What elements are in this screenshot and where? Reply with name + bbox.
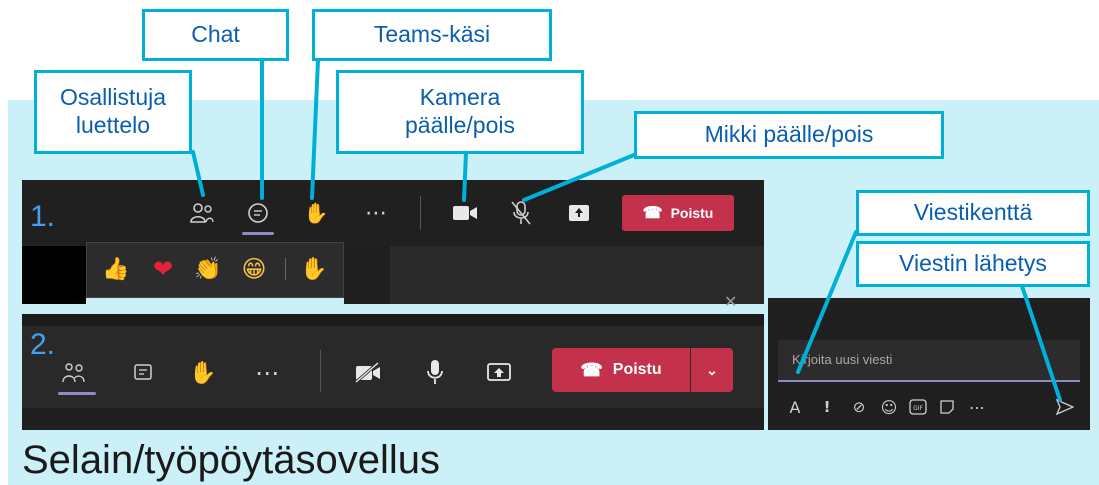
toolbar-2-lower-area <box>22 408 764 430</box>
leave-button[interactable]: ☎ Poistu <box>622 195 734 231</box>
reaction-raise-hand[interactable]: ✋ <box>298 252 330 286</box>
leave-button-label: Poistu <box>612 361 662 378</box>
video-area-left <box>22 246 86 304</box>
chat-active-indicator <box>242 232 274 235</box>
callout-send: Viestin lähetys <box>856 241 1090 287</box>
callout-send-text: Viestin lähetys <box>899 250 1047 277</box>
callout-camera-line2: päälle/pois <box>405 112 515 138</box>
attach-icon[interactable]: ⊘ <box>848 396 870 418</box>
callout-message-field-text: Viestikenttä <box>913 199 1033 226</box>
toolbar-2-number: 2. <box>30 328 56 361</box>
mic-icon[interactable] <box>420 355 450 389</box>
toolbar-2-divider <box>320 350 321 392</box>
reaction-heart[interactable]: ❤ <box>147 252 179 286</box>
reaction-applause[interactable]: 👏 <box>192 252 224 286</box>
callout-participants-line1: Osallistuja <box>59 84 167 111</box>
phone-hangup-icon: ☎ <box>580 359 603 380</box>
camera-icon[interactable] <box>448 197 482 229</box>
participants-icon[interactable] <box>57 357 91 389</box>
leave-options-button[interactable]: ⌄ <box>691 348 733 392</box>
svg-text:GIF: GIF <box>913 405 923 412</box>
share-screen-icon[interactable] <box>482 357 516 389</box>
chevron-down-icon: ⌄ <box>706 361 718 378</box>
phone-hangup-icon: ☎ <box>642 205 663 222</box>
reactions-icon[interactable]: ✋ <box>300 197 332 229</box>
emoji-icon[interactable]: ☺ <box>878 396 900 418</box>
toolbar-1-divider <box>420 196 421 230</box>
panel-header-stub <box>390 246 764 304</box>
chat-icon[interactable] <box>242 197 274 229</box>
camera-off-icon[interactable] <box>350 357 386 389</box>
callout-raise-hand: Teams-käsi <box>312 9 552 61</box>
sticker-icon[interactable] <box>936 396 958 418</box>
participants-active-indicator <box>58 392 96 395</box>
reaction-laugh[interactable]: 😁 <box>238 252 270 286</box>
raise-hand-icon[interactable]: ✋ <box>188 357 218 389</box>
panel-close-icon[interactable]: ✕ <box>724 292 737 311</box>
footer-caption: Selain/työpöytäsovellus <box>22 438 441 482</box>
more-icon[interactable]: ⋯ <box>964 396 990 418</box>
important-icon[interactable]: ! <box>816 396 838 418</box>
callout-camera-line1: Kamera <box>419 84 501 111</box>
share-screen-icon[interactable] <box>563 197 595 229</box>
gif-icon[interactable]: GIF <box>906 396 930 418</box>
participants-icon[interactable] <box>186 197 218 229</box>
more-options-icon[interactable]: ⋯ <box>250 357 284 389</box>
callout-raise-hand-text: Teams-käsi <box>373 21 491 48</box>
mic-off-icon[interactable] <box>505 197 537 229</box>
callout-chat: Chat <box>142 9 289 61</box>
callout-mic-text: Mikki päälle/pois <box>704 121 874 148</box>
callout-camera: Kamera päälle/pois <box>336 70 584 154</box>
callout-participants-line2: luettelo <box>75 112 151 138</box>
leave-button-label: Poistu <box>670 205 714 221</box>
message-field[interactable]: Kirjoita uusi viesti <box>778 340 1080 382</box>
reaction-like[interactable]: 👍 <box>100 252 132 286</box>
format-icon[interactable]: A <box>784 396 806 418</box>
leave-button[interactable]: ☎ Poistu <box>552 348 690 392</box>
toolbar-1-number: 1. <box>30 200 56 233</box>
callout-message-field: Viestikenttä <box>856 190 1090 236</box>
more-options-icon[interactable]: ⋯ <box>360 197 392 229</box>
callout-participants: Osallistuja luettelo <box>34 70 192 154</box>
callout-chat-text: Chat <box>191 21 240 48</box>
reactions-divider <box>285 258 286 280</box>
chat-icon[interactable] <box>128 357 158 389</box>
send-icon[interactable] <box>1052 396 1078 418</box>
message-field-placeholder: Kirjoita uusi viesti <box>792 352 893 367</box>
callout-mic: Mikki päälle/pois <box>634 111 944 159</box>
toolbar-2-strip <box>22 314 764 326</box>
